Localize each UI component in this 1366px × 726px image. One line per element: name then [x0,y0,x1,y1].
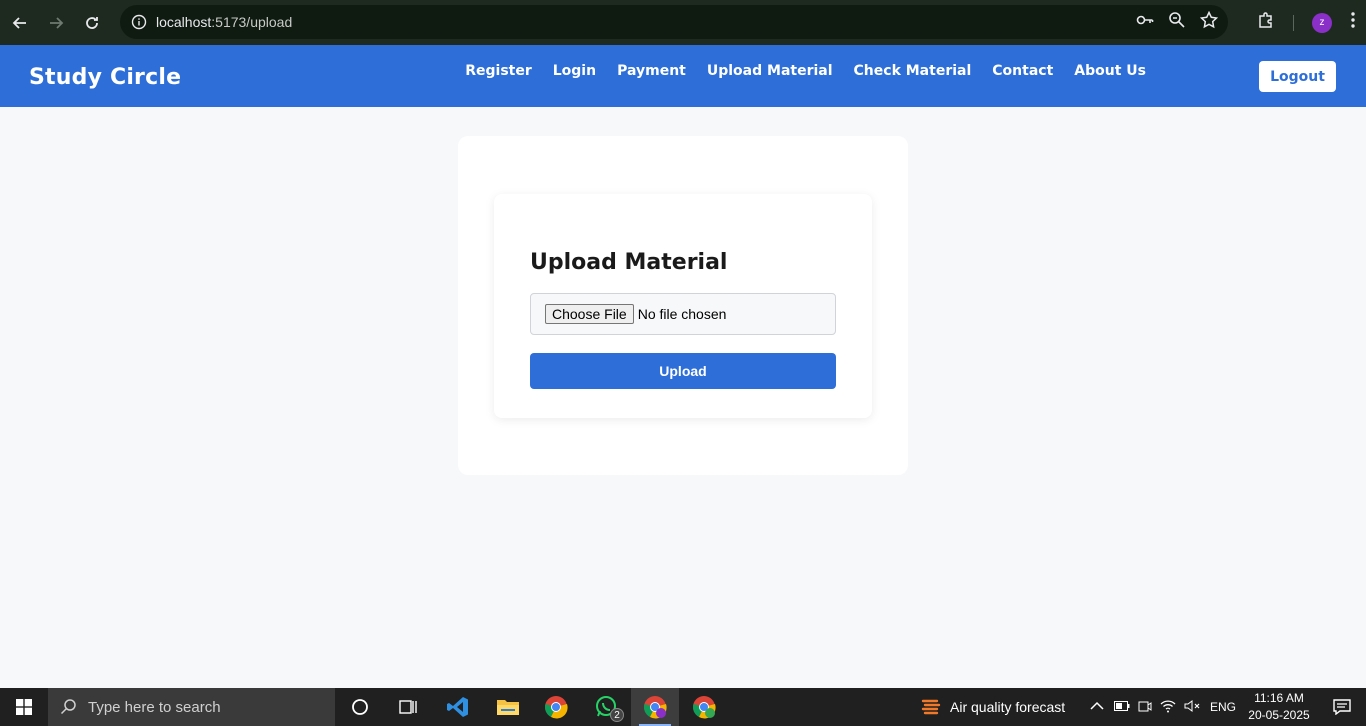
volume-muted-icon[interactable] [1184,699,1200,716]
vscode-icon [447,697,468,717]
logout-button[interactable]: Logout [1259,61,1336,92]
nav-about-us[interactable]: About Us [1074,63,1146,79]
upload-button[interactable]: Upload [530,353,836,389]
weather-label: Air quality forecast [950,699,1066,715]
forward-arrow-icon [50,16,64,29]
taskbar: Type here to search 2 Air quality foreca… [0,688,1366,726]
notifications-button[interactable] [1318,688,1366,726]
reload-icon [86,16,98,29]
password-key-icon[interactable] [1136,11,1154,34]
nav-check-material[interactable]: Check Material [854,63,972,79]
battery-icon[interactable] [1114,700,1130,714]
wifi-icon[interactable] [1160,699,1176,716]
nav-register[interactable]: Register [465,63,532,79]
nav-payment[interactable]: Payment [617,63,686,79]
show-hidden-icons-icon[interactable] [1090,700,1104,714]
file-status-text: No file chosen [637,306,727,322]
air-quality-icon [921,699,941,715]
cortana-circle-icon [352,699,368,715]
search-placeholder: Type here to search [88,698,221,716]
address-bar[interactable]: localhost:5173/upload [120,5,1228,39]
weather-widget[interactable]: Air quality forecast [920,688,1065,726]
page-container: Upload Material Choose File No file chos… [458,136,908,475]
whatsapp-taskbar-button[interactable]: 2 [582,688,630,726]
brand-logo[interactable]: Study Circle [29,65,181,90]
bookmark-star-icon[interactable] [1199,10,1219,34]
profile-avatar[interactable]: z [1312,12,1332,33]
extensions-icon[interactable] [1257,11,1275,34]
choose-file-button[interactable]: Choose File [545,304,634,324]
reload-button[interactable] [76,7,108,39]
vscode-taskbar-button[interactable] [434,688,482,726]
task-view-button[interactable] [384,688,432,726]
camera-icon[interactable] [1138,699,1152,716]
taskbar-search[interactable]: Type here to search [48,688,335,726]
clock-time: 11:16 AM [1254,691,1304,705]
chrome-taskbar-button[interactable] [532,688,580,726]
language-indicator[interactable]: ENG [1210,700,1236,714]
file-explorer-taskbar-button[interactable] [484,688,532,726]
notification-center-icon [1333,699,1351,715]
windows-logo-icon [16,699,32,715]
chrome-profile-a-taskbar-button[interactable] [680,688,728,726]
clock-date: 20-05-2025 [1248,708,1310,722]
chrome-profile-icon [693,696,716,719]
chrome-profile-icon [644,696,667,719]
toolbar-divider [1293,14,1294,31]
url-text: localhost:5173/upload [156,14,292,30]
file-input[interactable]: Choose File No file chosen [530,293,836,335]
nav-links: Register Login Payment Upload Material C… [465,63,1146,79]
search-icon [60,699,76,715]
system-tray: ENG [1090,688,1236,726]
back-arrow-icon [12,16,26,29]
task-view-icon [399,700,417,714]
url-host: localhost [156,14,212,30]
nav-upload-material[interactable]: Upload Material [707,63,833,79]
nav-contact[interactable]: Contact [992,63,1053,79]
clock[interactable]: 11:16 AM 20-05-2025 [1244,690,1314,724]
nav-login[interactable]: Login [553,63,596,79]
page-title: Upload Material [530,250,728,275]
upload-card: Upload Material Choose File No file chos… [494,194,872,418]
site-info-icon[interactable] [122,14,156,30]
folder-icon [497,700,519,715]
chrome-profile-z-taskbar-button[interactable] [631,688,679,726]
forward-button[interactable] [40,7,72,39]
url-path: :5173/upload [211,14,293,30]
zoom-icon[interactable] [1168,11,1186,34]
cortana-button[interactable] [336,688,384,726]
whatsapp-badge: 2 [610,708,624,722]
back-button[interactable] [4,7,36,39]
browser-toolbar: localhost:5173/upload z [0,0,1366,45]
chrome-icon [545,696,568,719]
start-button[interactable] [0,688,48,726]
app-navbar: Study Circle Register Login Payment Uplo… [0,45,1366,107]
menu-kebab-icon[interactable] [1350,11,1356,34]
